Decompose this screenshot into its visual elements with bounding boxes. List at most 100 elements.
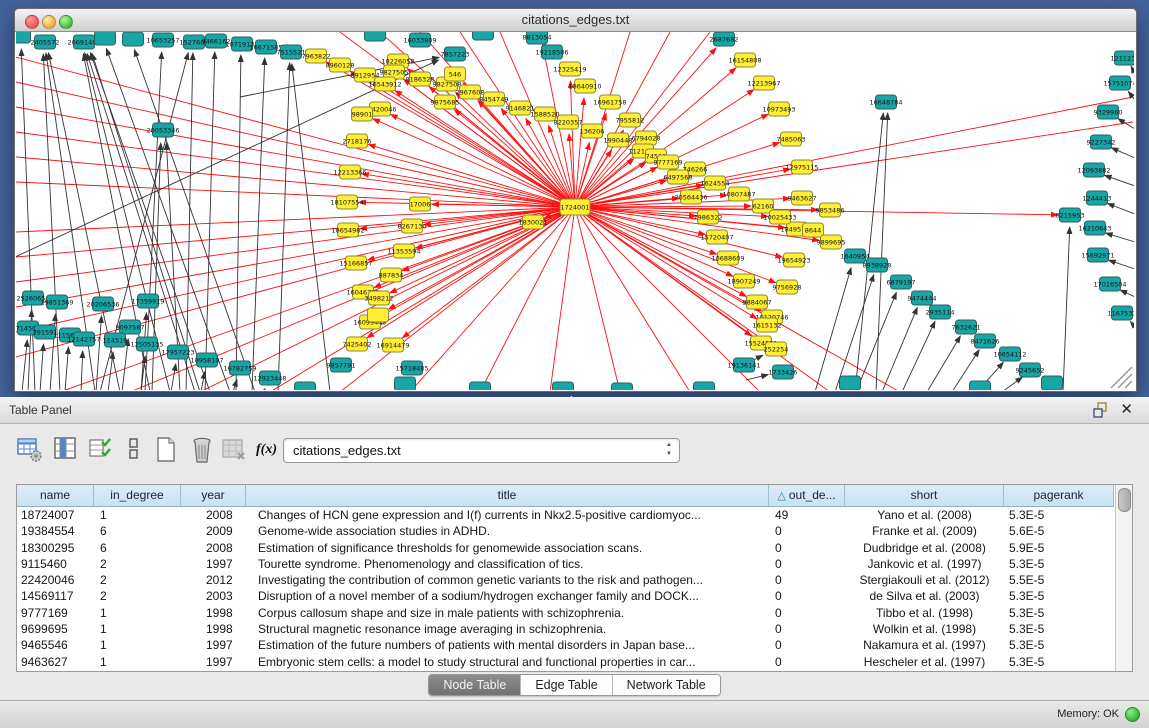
table-cell[interactable]: 2	[94, 556, 181, 572]
scrollbar-thumb[interactable]	[1118, 488, 1131, 512]
row-height-icon[interactable]	[120, 435, 148, 465]
table-cell[interactable]: 2009	[181, 523, 246, 539]
table-cell[interactable]: Jankovic et al. (1997)	[845, 556, 1004, 572]
table-cell[interactable]: 0	[769, 556, 845, 572]
graph-node[interactable]	[123, 32, 144, 46]
table-cell[interactable]: 5.3E-5	[1004, 605, 1114, 621]
table-cell[interactable]: 5.6E-5	[1004, 523, 1114, 539]
network-window[interactable]: citations_edges.txt 24055722069140610653…	[14, 8, 1137, 392]
float-panel-icon[interactable]	[1093, 402, 1109, 418]
table-cell[interactable]: 0	[769, 637, 845, 653]
column-visibility-icon[interactable]	[52, 435, 80, 465]
graph-node[interactable]	[365, 32, 386, 41]
table-row[interactable]: 1456911722003Disruption of a novel membe…	[17, 588, 1114, 604]
tab-node-table[interactable]: Node Table	[429, 675, 521, 695]
graph-node[interactable]	[16, 32, 31, 43]
graph-node[interactable]	[840, 376, 861, 390]
table-cell[interactable]: 18724007	[17, 507, 94, 523]
table-cell[interactable]: 2	[94, 588, 181, 604]
graph-node[interactable]	[95, 32, 116, 45]
table-cell[interactable]: 22420046	[17, 572, 94, 588]
table-row[interactable]: 1830029562008Estimation of significance …	[17, 540, 1114, 556]
new-table-icon[interactable]	[152, 435, 180, 465]
network-canvas[interactable]: 2405572206914061065325715276029466162107…	[16, 32, 1134, 390]
graph-node[interactable]	[694, 382, 715, 390]
table-cell[interactable]: Genome-wide association studies in ADHD.	[246, 523, 769, 539]
delete-trash-icon[interactable]	[188, 435, 216, 465]
table-row[interactable]: 977716911998Corpus callosum shape and si…	[17, 605, 1114, 621]
table-cell[interactable]: Wolkin et al. (1998)	[845, 621, 1004, 637]
graph-node[interactable]	[295, 382, 316, 390]
table-cell[interactable]: 5.3E-5	[1004, 621, 1114, 637]
column-header-in_degree[interactable]: in_degree	[94, 485, 181, 506]
table-cell[interactable]: 0	[769, 540, 845, 556]
graph-node[interactable]	[368, 308, 389, 322]
table-cell[interactable]: 9463627	[17, 654, 94, 670]
tab-network-table[interactable]: Network Table	[613, 675, 720, 695]
table-cell[interactable]: 1997	[181, 637, 246, 653]
table-cell[interactable]: 6	[94, 540, 181, 556]
table-cell[interactable]: Hescheler et al. (1997)	[845, 654, 1004, 670]
table-cell[interactable]: Embryonic stem cells: a model to study s…	[246, 654, 769, 670]
table-cell[interactable]: Tourette syndrome. Phenomenology and cla…	[246, 556, 769, 572]
table-cell[interactable]: Changes of HCN gene expression and I(f) …	[246, 507, 769, 523]
table-settings-icon[interactable]	[16, 435, 44, 465]
table-cell[interactable]: Investigating the contribution of common…	[246, 572, 769, 588]
table-row[interactable]: 911546021997Tourette syndrome. Phenomeno…	[17, 556, 1114, 572]
table-cell[interactable]: 9465546	[17, 637, 94, 653]
table-cell[interactable]: Nakamura et al. (1997)	[845, 637, 1004, 653]
table-cell[interactable]: 1	[94, 621, 181, 637]
table-select-combobox[interactable]: citations_edges.txt ▲▼	[283, 438, 680, 463]
table-cell[interactable]: 0	[769, 605, 845, 621]
table-cell[interactable]: Disruption of a novel member of a sodium…	[246, 588, 769, 604]
table-row[interactable]: 946554611997Estimation of the future num…	[17, 637, 1114, 653]
graph-node[interactable]	[970, 381, 991, 390]
table-cell[interactable]: 9699695	[17, 621, 94, 637]
graph-node[interactable]	[470, 382, 491, 390]
table-cell[interactable]: 1	[94, 507, 181, 523]
table-cell[interactable]: 1998	[181, 621, 246, 637]
table-cell[interactable]: 0	[769, 572, 845, 588]
vertical-scrollbar[interactable]	[1115, 485, 1132, 671]
table-cell[interactable]: 19384554	[17, 523, 94, 539]
table-cell[interactable]: de Silva et al. (2003)	[845, 588, 1004, 604]
table-cell[interactable]: 1997	[181, 654, 246, 670]
select-rows-icon[interactable]	[88, 435, 116, 465]
table-cell[interactable]: 2003	[181, 588, 246, 604]
table-cell[interactable]: 2012	[181, 572, 246, 588]
column-header-out_de[interactable]: △out_de...	[769, 485, 845, 506]
resize-grip[interactable]	[1107, 365, 1133, 389]
column-header-short[interactable]: short	[845, 485, 1004, 506]
table-cell[interactable]: 14569117	[17, 588, 94, 604]
table-cell[interactable]: 9777169	[17, 605, 94, 621]
table-cell[interactable]: 5.3E-5	[1004, 654, 1114, 670]
table-row[interactable]: 969969511998Structural magnetic resonanc…	[17, 621, 1114, 637]
table-cell[interactable]: 6	[94, 523, 181, 539]
table-row[interactable]: 946362711997Embryonic stem cells: a mode…	[17, 654, 1114, 670]
table-cell[interactable]: Stergiakouli et al. (2012)	[845, 572, 1004, 588]
graph-node[interactable]	[473, 32, 494, 40]
table-cell[interactable]: Corpus callosum shape and size in male p…	[246, 605, 769, 621]
table-cell[interactable]: 18300295	[17, 540, 94, 556]
table-cell[interactable]: Estimation of significance thresholds fo…	[246, 540, 769, 556]
table-cell[interactable]: 5.3E-5	[1004, 556, 1114, 572]
column-header-title[interactable]: title	[246, 485, 769, 506]
table-cell[interactable]: Yano et al. (2008)	[845, 507, 1004, 523]
window-titlebar[interactable]: citations_edges.txt	[15, 9, 1136, 32]
table-cell[interactable]: 2008	[181, 540, 246, 556]
table-cell[interactable]: 0	[769, 523, 845, 539]
table-cell[interactable]: 5.3E-5	[1004, 637, 1114, 653]
table-cell[interactable]: 5.9E-5	[1004, 540, 1114, 556]
table-row[interactable]: 1938455462009Genome-wide association stu…	[17, 523, 1114, 539]
table-cell[interactable]: 1	[94, 605, 181, 621]
table-cell[interactable]: 9115460	[17, 556, 94, 572]
graph-node[interactable]	[612, 383, 633, 390]
table-cell[interactable]: 1	[94, 637, 181, 653]
column-header-pagerank[interactable]: pagerank	[1004, 485, 1114, 506]
table-cell[interactable]: 5.3E-5	[1004, 588, 1114, 604]
close-panel-icon[interactable]: ✕	[1120, 400, 1133, 418]
table-cell[interactable]: Dudbridge et al. (2008)	[845, 540, 1004, 556]
table-panel-header[interactable]: Table Panel ✕	[0, 397, 1149, 424]
graph-node[interactable]	[395, 377, 416, 390]
graph-node[interactable]	[553, 382, 574, 390]
